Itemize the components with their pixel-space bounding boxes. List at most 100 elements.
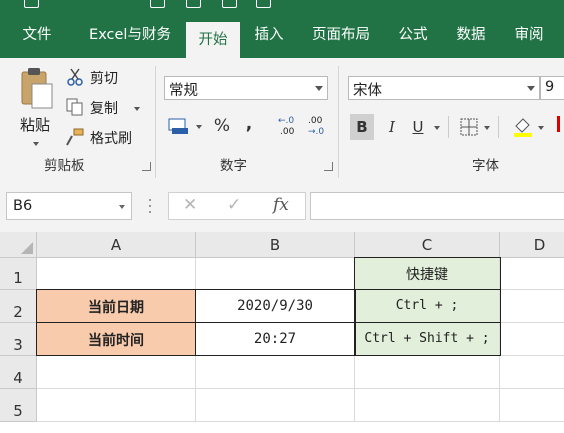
font-size-select[interactable]: 9 xyxy=(540,76,564,100)
cell-c2-text: Ctrl + ; xyxy=(395,298,459,313)
underline-button[interactable]: U xyxy=(408,114,428,140)
cell-a4[interactable] xyxy=(37,356,196,389)
cell-d5[interactable] xyxy=(500,389,564,422)
copy-dropdown-caret[interactable] xyxy=(134,107,140,111)
tab-insert[interactable]: 插入 xyxy=(246,12,292,58)
table-border-line xyxy=(36,322,196,323)
name-box-value: B6 xyxy=(13,198,33,214)
cell-c2[interactable]: Ctrl + ; xyxy=(355,290,500,323)
cell-b2-text: 2020/9/30 xyxy=(237,298,313,314)
percent-style-button[interactable]: % xyxy=(212,116,232,136)
cell-b3-text: 20:27 xyxy=(253,331,297,347)
paste-label: 粘贴 xyxy=(20,116,51,134)
name-box[interactable]: B6 xyxy=(6,192,132,220)
fill-color-dropdown-caret[interactable] xyxy=(538,126,544,130)
table-border-line xyxy=(354,289,501,290)
scissors-icon xyxy=(67,68,83,86)
cell-a2[interactable]: 当前日期 xyxy=(37,290,196,323)
column-header-b[interactable]: B xyxy=(196,232,355,258)
cell-c3[interactable]: Ctrl + Shift + ; xyxy=(355,323,500,356)
row-header-3[interactable]: 3 xyxy=(0,323,37,356)
borders-icon[interactable] xyxy=(460,118,478,136)
cell-b1[interactable] xyxy=(196,258,355,290)
print-preview-icon[interactable] xyxy=(222,0,237,8)
chevron-down-icon xyxy=(119,205,125,209)
cut-label: 剪切 xyxy=(90,71,118,87)
decrease-decimal-button[interactable]: .00 →.0 xyxy=(306,116,328,140)
format-painter-icon xyxy=(66,128,84,146)
accounting-dropdown-caret[interactable] xyxy=(196,125,202,129)
italic-button[interactable]: I xyxy=(382,114,402,140)
group-divider xyxy=(338,66,339,178)
comma-style-button[interactable]: , xyxy=(242,114,256,134)
cell-c4[interactable] xyxy=(355,356,500,389)
number-format-select[interactable]: 常规 xyxy=(164,76,328,100)
ribbon-tab-bar: 文件 Excel与财务 开始 插入 页面布局 公式 数据 审阅 xyxy=(0,12,564,58)
tab-file[interactable]: 文件 xyxy=(12,12,62,58)
quick-access-toolbar xyxy=(0,0,564,12)
row-header-2[interactable]: 2 xyxy=(0,290,37,323)
tab-formulas[interactable]: 公式 xyxy=(390,12,436,58)
table-border-line xyxy=(354,322,501,323)
column-header-a[interactable]: A xyxy=(37,232,196,258)
format-painter-button[interactable]: 格式刷 xyxy=(66,126,156,150)
column-header-c[interactable]: C xyxy=(355,232,500,258)
borders-dropdown-caret[interactable] xyxy=(484,126,490,130)
cell-c5[interactable] xyxy=(355,389,500,422)
cell-b2[interactable]: 2020/9/30 xyxy=(196,290,355,323)
tab-data[interactable]: 数据 xyxy=(448,12,494,58)
formula-input[interactable] xyxy=(310,192,564,220)
decrease-decimal-top: .00 xyxy=(308,116,323,126)
cut-button[interactable]: 剪切 xyxy=(66,66,156,90)
tab-excel-finance[interactable]: Excel与财务 xyxy=(80,12,180,58)
number-dialog-launcher[interactable] xyxy=(324,162,333,171)
tab-review[interactable]: 审阅 xyxy=(506,12,552,58)
divider xyxy=(448,116,449,138)
print-icon[interactable] xyxy=(256,0,271,8)
fill-color-icon[interactable] xyxy=(512,116,534,138)
accounting-format-button[interactable] xyxy=(168,116,204,140)
cell-c1[interactable]: 快捷键 xyxy=(355,258,500,290)
column-header-d[interactable]: D xyxy=(500,232,564,258)
save-icon[interactable] xyxy=(24,0,39,8)
insert-function-icon[interactable]: fx xyxy=(273,195,289,215)
clipboard-group-label: 剪贴板 xyxy=(44,158,85,174)
select-all-corner[interactable] xyxy=(0,232,37,258)
clipboard-dialog-launcher[interactable] xyxy=(142,162,151,171)
enter-icon[interactable]: ✓ xyxy=(227,195,241,215)
row-header-5[interactable]: 5 xyxy=(0,389,37,422)
open-file-icon[interactable] xyxy=(186,0,201,8)
formula-bar-grip[interactable] xyxy=(148,197,152,215)
clipboard-paste-icon xyxy=(21,68,53,109)
tab-home[interactable]: 开始 xyxy=(186,22,240,58)
cell-b5[interactable] xyxy=(196,389,355,422)
row-header-1[interactable]: 1 xyxy=(0,258,37,290)
undo-icon[interactable] xyxy=(62,0,75,7)
underline-dropdown-caret[interactable] xyxy=(434,126,440,130)
cell-a1[interactable] xyxy=(37,258,196,290)
copy-label: 复制 xyxy=(90,101,118,117)
bold-button[interactable]: B xyxy=(350,114,374,140)
row-header-4[interactable]: 4 xyxy=(0,356,37,389)
paste-button[interactable]: 粘贴 xyxy=(14,66,58,146)
cell-b4[interactable] xyxy=(196,356,355,389)
cell-d4[interactable] xyxy=(500,356,564,389)
new-file-icon[interactable] xyxy=(150,0,165,8)
font-color-icon[interactable] xyxy=(556,116,564,138)
font-name-select[interactable]: 宋体 xyxy=(348,76,540,100)
divider xyxy=(498,116,499,138)
copy-button[interactable]: 复制 xyxy=(66,96,156,120)
cell-d2[interactable] xyxy=(500,290,564,323)
font-name-value: 宋体 xyxy=(353,83,382,99)
cancel-icon[interactable]: ✕ xyxy=(183,195,197,215)
increase-decimal-button[interactable]: ←.0 .00 xyxy=(276,116,298,140)
cell-c1-text: 快捷键 xyxy=(406,267,448,283)
paste-dropdown-caret[interactable] xyxy=(33,142,39,146)
tab-page-layout[interactable]: 页面布局 xyxy=(304,12,378,58)
cell-a3[interactable]: 当前时间 xyxy=(37,323,196,356)
cell-a5[interactable] xyxy=(37,389,196,422)
cell-b3[interactable]: 20:27 xyxy=(196,323,355,356)
cell-d1[interactable] xyxy=(500,258,564,290)
font-group-label: 字体 xyxy=(472,158,499,174)
cell-d3[interactable] xyxy=(500,323,564,356)
